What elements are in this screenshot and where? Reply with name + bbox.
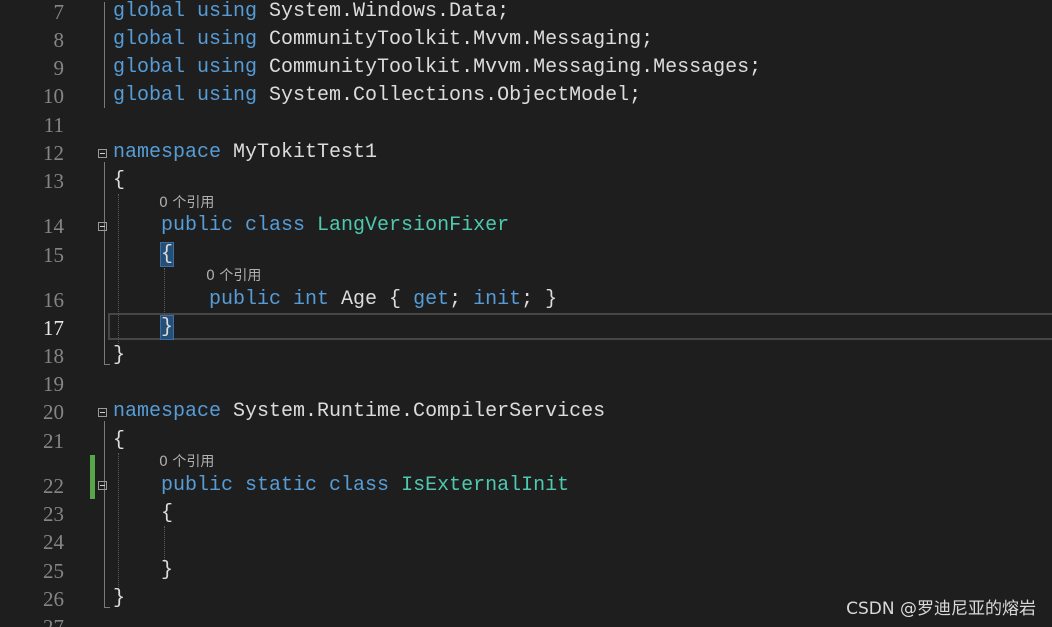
codelens-references[interactable]: 0 个引用: [159, 194, 214, 212]
keyword-token: public: [209, 288, 294, 311]
keyword-token: using: [197, 28, 270, 51]
keyword-token: get: [413, 288, 450, 311]
keyword-token: int: [293, 288, 342, 311]
code-line[interactable]: public class LangVersionFixer: [113, 212, 509, 240]
code-token: }: [113, 587, 126, 610]
code-line[interactable]: global using CommunityToolkit.Mvvm.Messa…: [113, 54, 761, 82]
keyword-token: public: [161, 214, 246, 237]
keyword-token: global: [113, 56, 198, 79]
keyword-token: class: [329, 474, 402, 497]
line-number: 19: [43, 372, 64, 396]
keyword-token: static: [245, 474, 330, 497]
code-line[interactable]: namespace System.Runtime.CompilerService…: [113, 398, 605, 426]
codelens-references[interactable]: 0 个引用: [159, 453, 214, 471]
line-number: 10: [43, 84, 64, 108]
keyword-token: using: [197, 84, 270, 107]
code-line[interactable]: {: [113, 500, 173, 528]
namespace2-outline-end: [104, 607, 110, 608]
code-token: ; }: [521, 288, 558, 311]
codelens-references[interactable]: 0 个引用: [206, 267, 261, 285]
code-line[interactable]: global using System.Windows.Data;: [113, 0, 509, 26]
fold-toggle-class-isexternalinit[interactable]: [98, 481, 107, 490]
keyword-token: public: [161, 474, 246, 497]
code-token: System.Collections.ObjectModel;: [269, 84, 642, 107]
code-line[interactable]: }: [113, 585, 125, 613]
code-token: {: [113, 502, 174, 525]
line-number: 27: [43, 615, 64, 627]
keyword-token: using: [197, 56, 270, 79]
using-outline-line: [104, 2, 105, 108]
fold-toggle-namespace-compilerservices[interactable]: [98, 408, 107, 417]
code-line[interactable]: global using CommunityToolkit.Mvvm.Messa…: [113, 26, 653, 54]
code-line[interactable]: namespace MyTokitTest1: [113, 139, 377, 167]
code-line[interactable]: public static class IsExternalInit: [113, 472, 569, 500]
code-token: System.Runtime.CompilerServices: [233, 400, 606, 423]
line-number: 9: [53, 56, 65, 80]
namespace1-outline-end: [104, 364, 110, 365]
line-number: 20: [43, 400, 64, 424]
code-token: ;: [449, 288, 474, 311]
type-token: IsExternalInit: [401, 474, 570, 497]
matched-brace: }: [160, 315, 175, 340]
line-number: 23: [43, 502, 64, 526]
code-token: System.Windows.Data;: [269, 0, 510, 23]
namespace2-outline-line: [104, 421, 105, 607]
line-number: 18: [43, 344, 64, 368]
fold-toggle-namespace-mytokittest1[interactable]: [98, 149, 107, 158]
keyword-token: using: [197, 0, 270, 23]
code-token: {: [113, 169, 126, 192]
line-number: 26: [43, 587, 64, 611]
keyword-token: namespace: [113, 400, 234, 423]
type-token: LangVersionFixer: [317, 214, 510, 237]
class1-outline-line: [104, 235, 105, 332]
code-token: MyTokitTest1: [233, 141, 378, 164]
line-number: 17: [43, 316, 64, 340]
code-line[interactable]: {: [113, 167, 125, 195]
code-token: Age {: [341, 288, 414, 311]
matched-brace: {: [160, 242, 175, 267]
keyword-token: init: [473, 288, 522, 311]
line-number: 12: [43, 141, 64, 165]
code-editor[interactable]: 0 个引用 0 个引用 0 个引用 7 8 9 10 11 12 13 14 15 16 17 18 1…: [0, 0, 1052, 627]
code-token: {: [113, 429, 126, 452]
code-line[interactable]: global using System.Collections.ObjectMo…: [113, 82, 641, 110]
code-line[interactable]: {: [113, 241, 175, 269]
code-token: }: [113, 559, 174, 582]
keyword-token: namespace: [113, 141, 234, 164]
code-line[interactable]: }: [113, 314, 175, 342]
line-number: 24: [43, 530, 64, 554]
code-token: CommunityToolkit.Mvvm.Messaging.Messages…: [269, 56, 762, 79]
keyword-token: global: [113, 28, 198, 51]
line-number: 13: [43, 169, 64, 193]
code-line[interactable]: {: [113, 427, 125, 455]
code-token: CommunityToolkit.Mvvm.Messaging;: [269, 28, 654, 51]
line-number: 8: [53, 28, 65, 52]
code-line[interactable]: }: [113, 342, 125, 370]
code-token: }: [113, 344, 126, 367]
fold-toggle-class-langversionfixer[interactable]: [98, 222, 107, 231]
line-number: 11: [43, 113, 64, 137]
line-number: 7: [53, 0, 65, 24]
line-number: 15: [43, 243, 64, 267]
keyword-token: class: [245, 214, 318, 237]
change-marker: [90, 455, 95, 499]
keyword-token: global: [113, 0, 198, 23]
current-line-highlight: [108, 313, 1052, 340]
line-number: 22: [43, 474, 64, 498]
line-number: 21: [43, 429, 64, 453]
watermark: CSDN @罗迪尼亚的熔岩: [846, 599, 1036, 619]
code-line[interactable]: }: [113, 557, 173, 585]
line-number: 16: [43, 288, 64, 312]
keyword-token: global: [113, 84, 198, 107]
line-number: 25: [43, 559, 64, 583]
line-number: 14: [43, 214, 64, 238]
code-line[interactable]: public int Age { get; init; }: [113, 286, 557, 314]
